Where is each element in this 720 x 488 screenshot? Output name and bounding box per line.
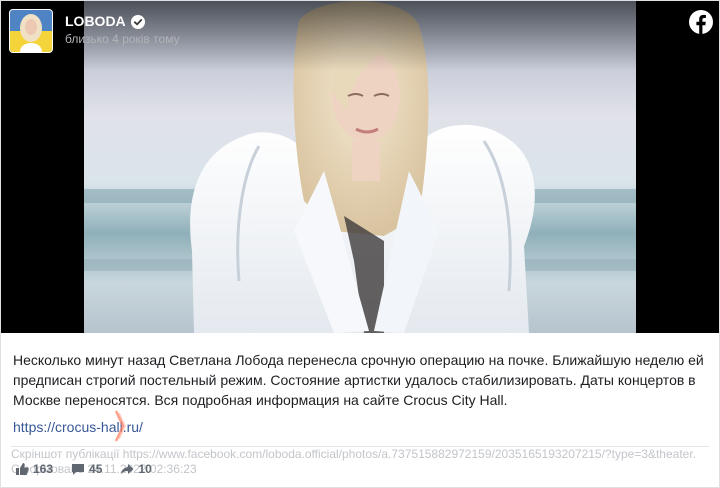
verified-badge-icon <box>130 14 145 29</box>
likes-stat[interactable]: 163 <box>15 461 53 477</box>
comments-stat[interactable]: 45 <box>71 461 102 477</box>
avatar[interactable] <box>9 9 53 53</box>
post-text: Несколько минут назад Светлана Лобода пе… <box>13 352 704 408</box>
post-timestamp[interactable]: близько 4 років тому <box>65 31 180 47</box>
header-text: LOBODA близько 4 років тому <box>65 13 180 47</box>
likes-count: 163 <box>33 462 54 476</box>
caption-source: Скріншот публікації https://www.facebook… <box>11 447 697 461</box>
comment-icon <box>72 464 85 475</box>
engagement-stats: 163 45 10 <box>15 461 170 477</box>
cursor-icon <box>114 410 126 442</box>
facebook-icon[interactable] <box>689 10 713 34</box>
page-name[interactable]: LOBODA <box>65 13 126 30</box>
shares-count: 10 <box>138 462 152 476</box>
comments-count: 45 <box>89 462 103 476</box>
page-line: LOBODA <box>65 13 180 30</box>
share-icon <box>121 464 134 475</box>
post-media[interactable]: LOBODA близько 4 років тому <box>1 1 719 333</box>
facebook-post-embed: LOBODA близько 4 років тому Несколько ми… <box>0 0 720 488</box>
post-header: LOBODA близько 4 років тому <box>9 9 180 53</box>
shares-stat[interactable]: 10 <box>120 461 152 477</box>
thumbs-up-icon <box>16 463 29 475</box>
